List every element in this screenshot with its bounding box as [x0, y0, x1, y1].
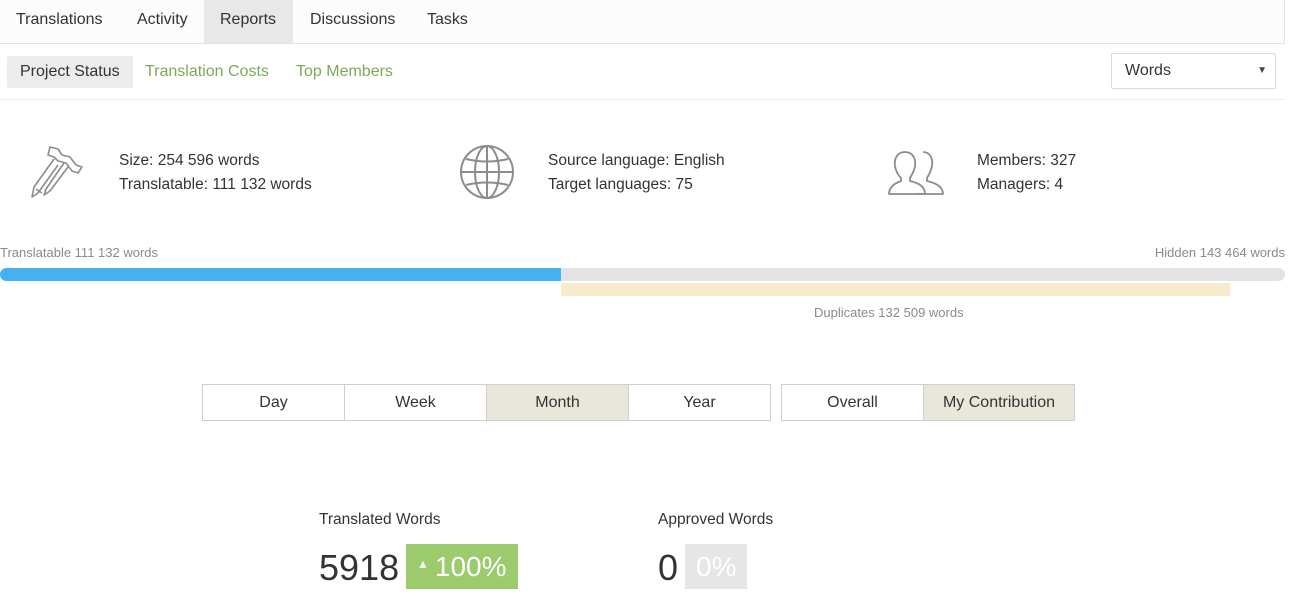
period-year-button[interactable]: Year	[629, 385, 770, 420]
members-text: Members: 327	[977, 152, 1077, 169]
approved-words-label: Approved Words	[658, 511, 774, 528]
translated-change-badge: ▲ 100%	[406, 544, 518, 589]
unit-select[interactable]: Words ▼	[1111, 53, 1276, 89]
source-language-text: Source language: English	[548, 152, 725, 169]
tab-reports[interactable]: Reports	[204, 0, 293, 43]
subnav-project-status[interactable]: Project Status	[7, 56, 133, 88]
unit-select-value: Words	[1125, 62, 1171, 79]
target-languages-text: Target languages: 75	[548, 176, 693, 193]
scope-selector: Overall My Contribution	[781, 384, 1075, 421]
scope-overall-button[interactable]: Overall	[782, 385, 924, 420]
tab-activity[interactable]: Activity	[121, 0, 204, 43]
chevron-down-icon: ▼	[1257, 65, 1267, 76]
subnav-top-members[interactable]: Top Members	[283, 56, 406, 88]
approved-words-value: 0	[658, 547, 679, 588]
managers-text: Managers: 4	[977, 176, 1064, 193]
hidden-label: Hidden 143 464 words	[1154, 245, 1285, 260]
subnav-translation-costs[interactable]: Translation Costs	[132, 56, 282, 88]
words-progress-bar	[0, 268, 1285, 281]
size-text: Size: 254 596 words	[119, 152, 260, 169]
approved-change-value: 0%	[696, 551, 737, 582]
calipers-icon	[31, 146, 83, 198]
translated-words-value: 5918	[319, 547, 400, 588]
period-selector: Day Week Month Year	[202, 384, 771, 421]
globe-icon	[460, 145, 514, 199]
translatable-label: Translatable 111 132 words	[0, 245, 159, 260]
translatable-progress-fill	[0, 268, 561, 281]
translatable-text: Translatable: 111 132 words	[119, 176, 312, 193]
top-nav: Translations Activity Reports Discussion…	[0, 0, 1285, 44]
duplicates-label: Duplicates 132 509 words	[814, 305, 964, 320]
language-stats: Source language: English Target language…	[548, 149, 725, 197]
duplicates-bar	[561, 283, 1230, 296]
period-month-button[interactable]: Month	[487, 385, 629, 420]
scope-my-contribution-button[interactable]: My Contribution	[924, 385, 1074, 420]
tab-discussions[interactable]: Discussions	[294, 0, 411, 43]
translated-words-label: Translated Words	[319, 511, 441, 528]
trend-up-icon: ▲	[417, 557, 429, 572]
tab-translations[interactable]: Translations	[0, 0, 119, 43]
size-stats: Size: 254 596 words Translatable: 111 13…	[119, 149, 312, 197]
period-day-button[interactable]: Day	[203, 385, 345, 420]
period-week-button[interactable]: Week	[345, 385, 487, 420]
members-icon	[888, 151, 944, 195]
tab-tasks[interactable]: Tasks	[411, 0, 484, 43]
approved-change-badge: 0%	[685, 544, 748, 589]
translated-change-value: 100%	[434, 551, 507, 582]
sub-nav: Project Status Translation Costs Top Mem…	[0, 44, 1285, 100]
member-stats: Members: 327 Managers: 4	[977, 149, 1076, 197]
